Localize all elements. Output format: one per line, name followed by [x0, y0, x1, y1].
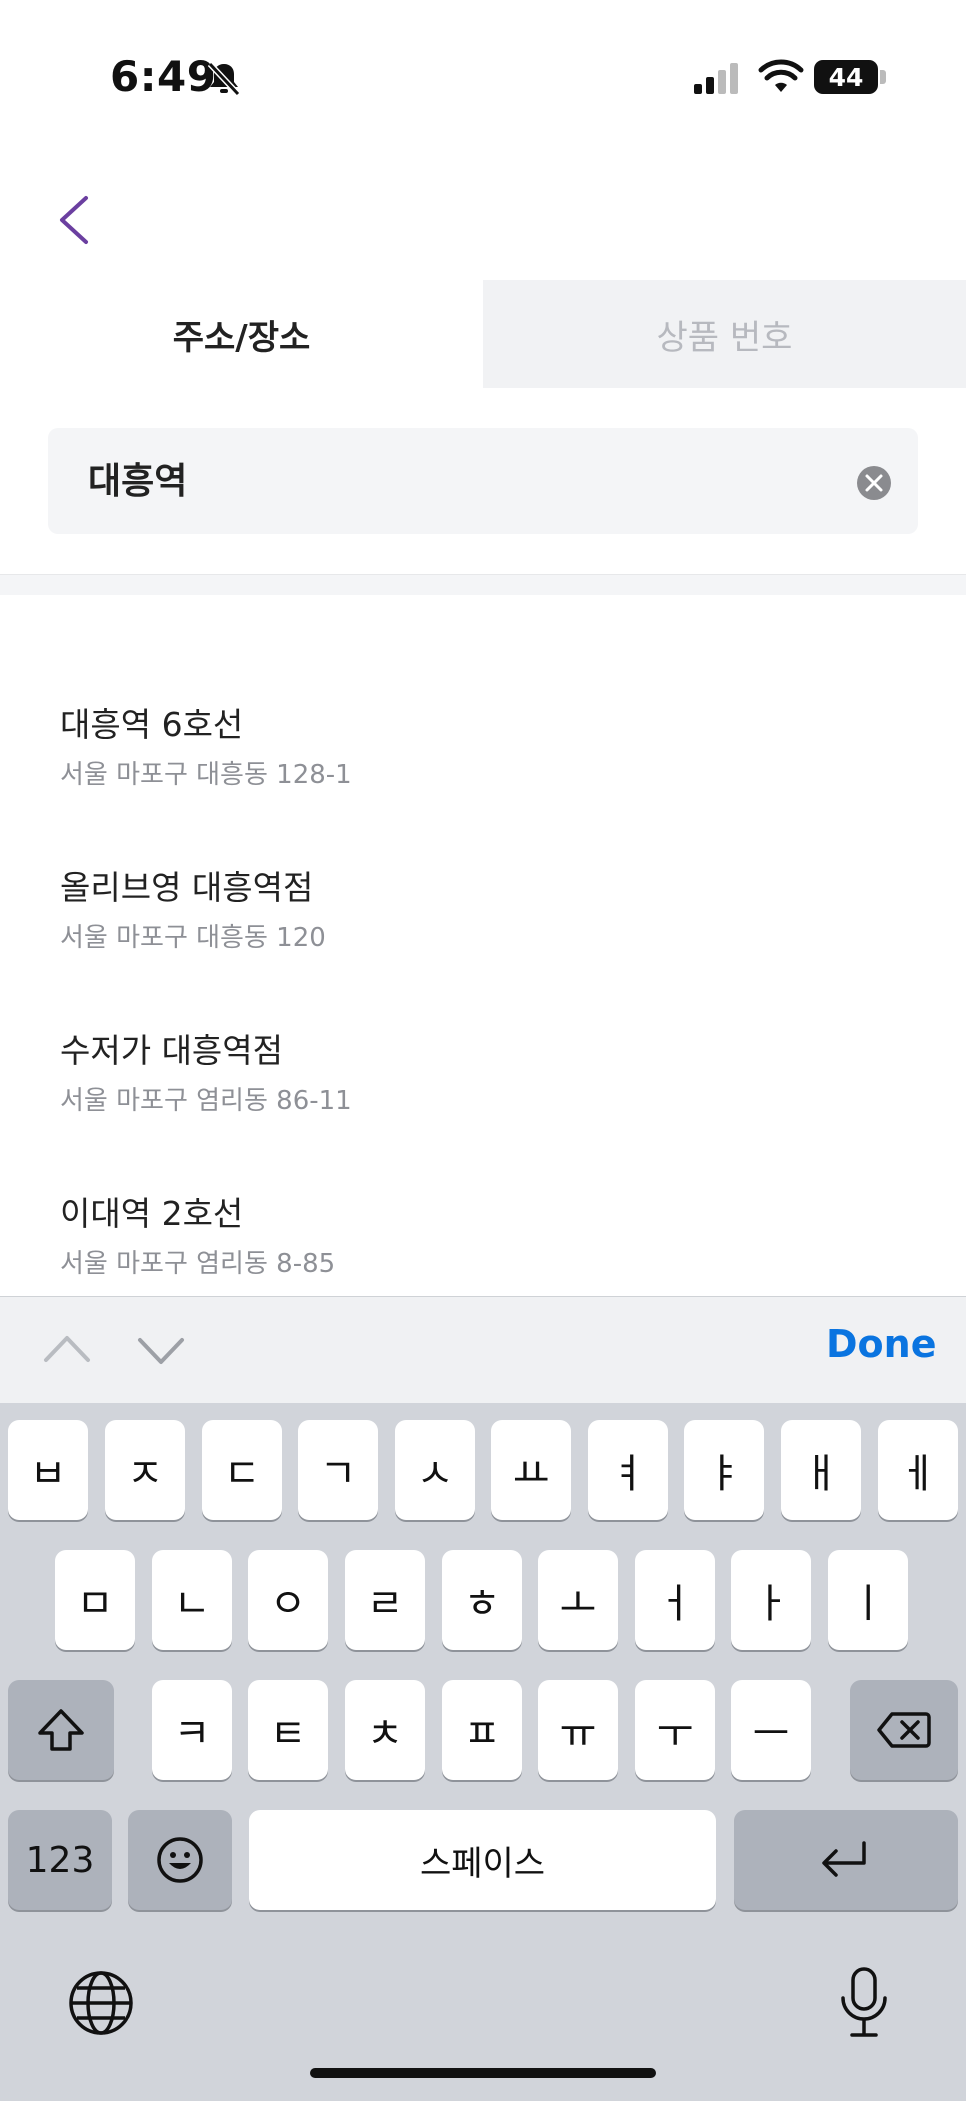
clear-icon[interactable] — [856, 465, 892, 501]
battery-cap — [880, 70, 886, 84]
delete-icon — [877, 1712, 931, 1748]
tab-address[interactable]: 주소/장소 — [0, 280, 483, 388]
key[interactable]: ㅓ — [635, 1550, 715, 1650]
key[interactable]: ㄴ — [152, 1550, 232, 1650]
key[interactable]: ㅌ — [248, 1680, 328, 1780]
key[interactable]: ㅑ — [684, 1420, 764, 1520]
key[interactable]: ㅐ — [781, 1420, 861, 1520]
result-title: 올리브영 대흥역점 — [60, 868, 314, 907]
list-item[interactable]: 이대역 2호선 서울 마포구 염리동 8-85 — [0, 1169, 966, 1289]
emoji-key[interactable] — [128, 1810, 232, 1910]
key[interactable]: ㅁ — [55, 1550, 135, 1650]
result-address: 서울 마포구 대흥동 120 — [60, 923, 326, 953]
result-title: 수저가 대흥역점 — [60, 1031, 284, 1070]
result-address: 서울 마포구 염리동 8-85 — [60, 1249, 336, 1279]
key[interactable]: ㅗ — [538, 1550, 618, 1650]
bell-slash-icon — [207, 61, 241, 97]
search-value: 대흥역 — [88, 461, 188, 502]
list-item[interactable]: 대흥역 6호선 서울 마포구 대흥동 128-1 — [0, 680, 966, 800]
numbers-key[interactable]: 123 — [8, 1810, 112, 1910]
key[interactable]: ㅕ — [588, 1420, 668, 1520]
key[interactable]: ㅈ — [105, 1420, 185, 1520]
result-title: 이대역 2호선 — [60, 1194, 244, 1233]
key[interactable]: ㅛ — [491, 1420, 571, 1520]
home-indicator — [310, 2068, 656, 2078]
tab-product-number[interactable]: 상품 번호 — [483, 280, 966, 388]
key[interactable]: ㅊ — [345, 1680, 425, 1780]
emoji-icon — [157, 1837, 203, 1883]
key[interactable]: ㅡ — [731, 1680, 811, 1780]
result-title: 대흥역 6호선 — [60, 705, 244, 744]
return-key[interactable] — [734, 1810, 958, 1910]
key[interactable]: ㅎ — [442, 1550, 522, 1650]
key[interactable]: ㅜ — [635, 1680, 715, 1780]
key[interactable]: ㅋ — [152, 1680, 232, 1780]
status-time: 6:49 — [110, 52, 217, 101]
section-divider — [0, 574, 966, 595]
key[interactable]: ㄷ — [202, 1420, 282, 1520]
battery-indicator: 44 — [814, 60, 878, 94]
key[interactable]: ㄱ — [298, 1420, 378, 1520]
microphone-icon[interactable] — [836, 1966, 892, 2040]
key[interactable]: ㅇ — [248, 1550, 328, 1650]
result-address: 서울 마포구 염리동 86-11 — [60, 1086, 352, 1116]
chevron-down-icon[interactable] — [136, 1330, 186, 1370]
wifi-icon — [758, 59, 804, 92]
key[interactable]: ㅠ — [538, 1680, 618, 1780]
key[interactable]: ㅣ — [828, 1550, 908, 1650]
shift-icon — [38, 1709, 84, 1751]
delete-key[interactable] — [850, 1680, 958, 1780]
list-item[interactable]: 올리브영 대흥역점 서울 마포구 대흥동 120 — [0, 843, 966, 963]
done-button[interactable]: Done — [826, 1322, 936, 1366]
chevron-up-icon[interactable] — [42, 1328, 92, 1368]
result-address: 서울 마포구 대흥동 128-1 — [60, 760, 352, 790]
key[interactable]: ㅍ — [442, 1680, 522, 1780]
back-chevron-icon[interactable] — [50, 190, 100, 250]
signal-icon — [694, 63, 738, 94]
space-key[interactable]: 스페이스 — [249, 1810, 716, 1910]
key[interactable]: ㄹ — [345, 1550, 425, 1650]
key[interactable]: ㅅ — [395, 1420, 475, 1520]
key[interactable]: ㅔ — [878, 1420, 958, 1520]
list-item[interactable]: 수저가 대흥역점 서울 마포구 염리동 86-11 — [0, 1006, 966, 1126]
return-icon — [822, 1841, 866, 1877]
globe-icon[interactable] — [68, 1970, 134, 2036]
shift-key[interactable] — [8, 1680, 114, 1780]
key[interactable]: ㅏ — [731, 1550, 811, 1650]
key[interactable]: ㅂ — [8, 1420, 88, 1520]
